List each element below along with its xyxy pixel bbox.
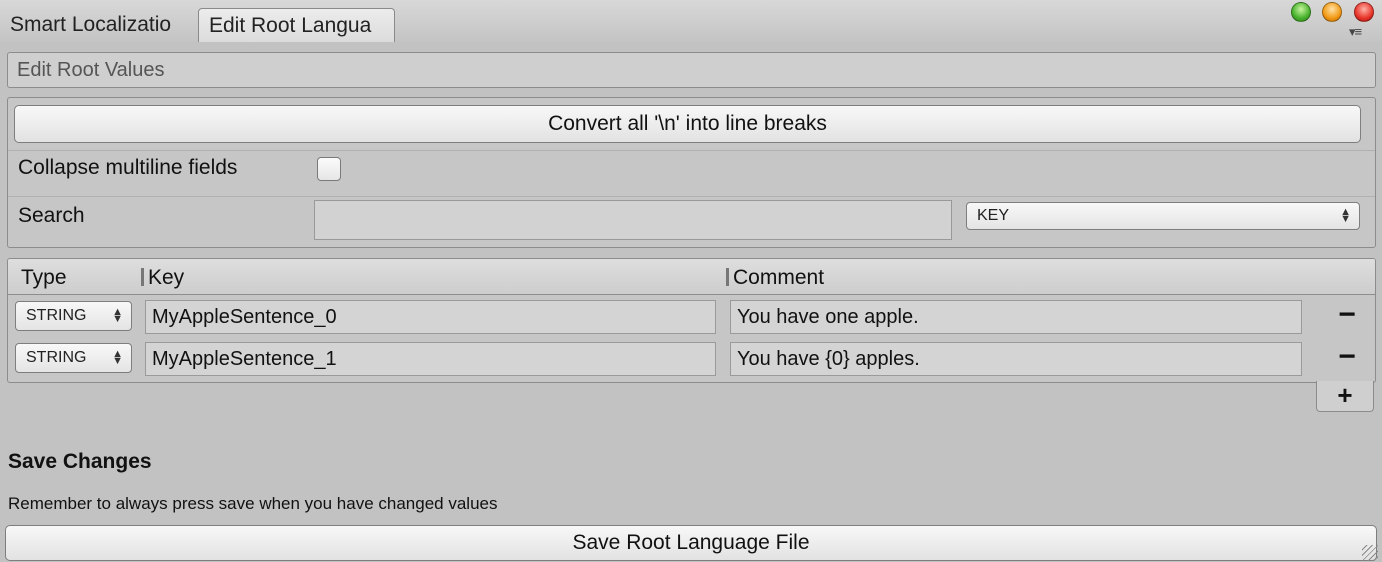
divider <box>8 150 1375 151</box>
type-value: STRING <box>26 349 87 366</box>
search-label: Search <box>18 204 85 227</box>
resize-grip-icon[interactable] <box>1362 545 1378 561</box>
zoom-window-button[interactable] <box>1291 2 1311 22</box>
collapse-multiline-label: Collapse multiline fields <box>18 156 238 179</box>
table-header: Type Key Comment <box>8 259 1375 295</box>
type-dropdown[interactable]: STRING ▲ ▼ <box>15 343 132 373</box>
updown-arrow-icon: ▲ ▼ <box>112 348 123 367</box>
comment-field[interactable] <box>730 300 1302 334</box>
save-note: Remember to always press save when you h… <box>8 494 498 513</box>
close-window-button[interactable] <box>1354 2 1374 22</box>
updown-arrow-icon: ▲ ▼ <box>112 306 123 325</box>
search-mode-value: KEY <box>977 207 1010 224</box>
settings-panel: Convert all '\n' into line breaks Collap… <box>7 97 1376 248</box>
entries-table: Type Key Comment STRING ▲▼ − STRING ▲▼ − <box>7 258 1376 383</box>
tab-smart-localization[interactable]: Smart Localizatio <box>0 8 193 42</box>
panel-menu-icon[interactable]: ▾≡ <box>1349 25 1377 39</box>
tab-edit-root-language[interactable]: Edit Root Langua <box>198 8 395 42</box>
type-dropdown[interactable]: STRING ▲ ▼ <box>15 301 132 331</box>
section-header: Edit Root Values <box>7 52 1376 88</box>
updown-arrow-icon: ▲ ▼ <box>1340 206 1351 225</box>
column-resize-handle[interactable] <box>141 268 144 286</box>
comment-field[interactable] <box>730 342 1302 376</box>
remove-row-button[interactable]: − <box>1333 342 1361 374</box>
add-row-button[interactable]: + <box>1316 381 1374 412</box>
column-header-type: Type <box>21 266 67 289</box>
minimize-window-button[interactable] <box>1322 2 1342 22</box>
column-header-key: Key <box>141 259 184 297</box>
column-header-comment: Comment <box>726 259 824 297</box>
search-mode-dropdown[interactable]: KEY ▲ ▼ <box>966 202 1360 230</box>
type-value: STRING <box>26 307 87 324</box>
search-input[interactable] <box>314 200 952 240</box>
tab-bar: Smart Localizatio Edit Root Langua ▾≡ <box>0 0 1382 42</box>
divider <box>8 196 1375 197</box>
collapse-multiline-checkbox[interactable] <box>317 157 341 181</box>
key-field[interactable] <box>145 342 716 376</box>
save-root-language-button[interactable]: Save Root Language File <box>5 525 1377 561</box>
column-resize-handle[interactable] <box>726 268 729 286</box>
key-field[interactable] <box>145 300 716 334</box>
convert-line-breaks-button[interactable]: Convert all '\n' into line breaks <box>14 105 1361 143</box>
save-heading: Save Changes <box>8 450 152 473</box>
remove-row-button[interactable]: − <box>1333 300 1361 332</box>
